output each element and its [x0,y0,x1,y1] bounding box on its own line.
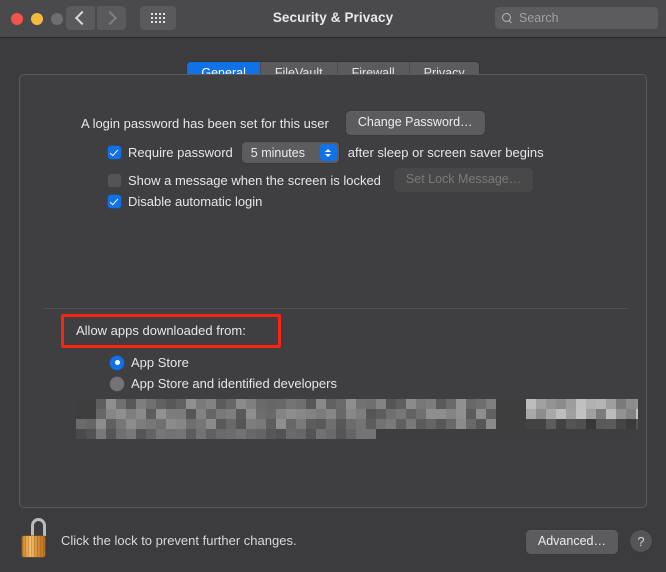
require-password-suffix-label: after sleep or screen saver begins [347,145,544,160]
search-icon [502,12,513,24]
require-password-checkbox[interactable] [108,146,121,159]
unlocked-padlock-icon[interactable] [22,518,54,560]
advanced-button[interactable]: Advanced… [525,530,618,554]
login-password-row: A login password has been set for this u… [81,111,485,135]
require-password-label: Require password [128,145,233,160]
show-lock-message-checkbox[interactable] [108,173,121,187]
search-field[interactable]: Search [495,7,658,29]
section-divider [43,308,628,309]
security-privacy-window: Security & Privacy Search General FileVa… [0,0,666,572]
disable-auto-login-checkbox[interactable] [108,195,121,208]
radio-app-store-and-developers-label: App Store and identified developers [131,376,337,391]
search-placeholder: Search [519,11,559,25]
redacted-blurred-region [76,399,638,439]
window-titlebar: Security & Privacy Search [0,0,666,38]
chevron-up-down-icon [319,144,337,161]
general-settings-panel: A login password has been set for this u… [19,74,647,508]
radio-app-store-label: App Store [131,355,189,370]
login-password-label: A login password has been set for this u… [81,115,329,131]
disable-auto-login-row: Disable automatic login [108,194,262,209]
radio-app-store-and-developers-row[interactable]: App Store and identified developers [110,376,337,391]
require-password-row: Require password 5 minutes after sleep o… [108,142,544,163]
show-lock-message-label: Show a message when the screen is locked [128,172,381,188]
radio-app-store[interactable] [110,355,124,370]
change-password-button[interactable]: Change Password… [345,111,485,135]
radio-app-store-row[interactable]: App Store [110,355,189,370]
help-button[interactable]: ? [630,530,652,552]
radio-app-store-and-developers[interactable] [110,376,124,391]
set-lock-message-button: Set Lock Message… [393,168,534,192]
disable-auto-login-label: Disable automatic login [128,194,263,209]
show-lock-message-row: Show a message when the screen is locked… [108,168,534,192]
allow-apps-label: Allow apps downloaded from: [76,323,246,338]
require-password-interval-popup[interactable]: 5 minutes [241,142,339,163]
lock-status-text: Click the lock to prevent further change… [61,533,297,548]
